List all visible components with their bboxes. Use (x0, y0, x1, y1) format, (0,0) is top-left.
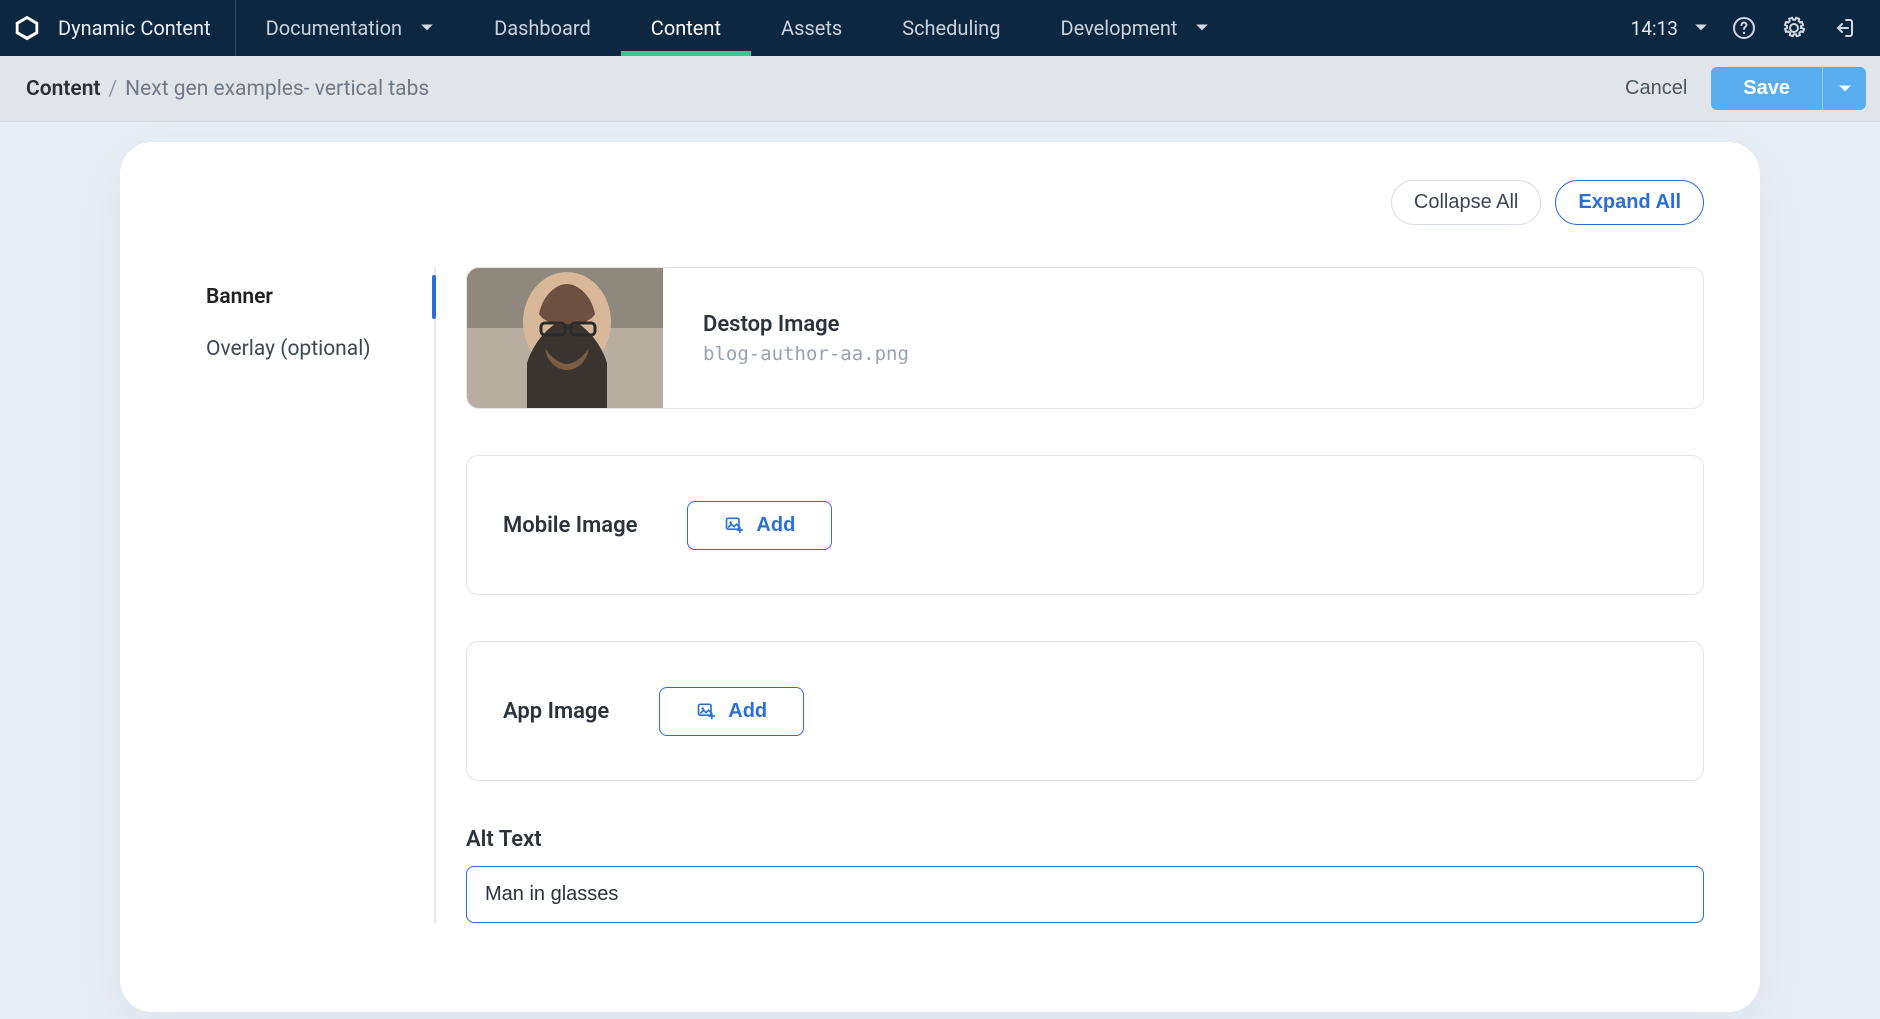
add-app-image-button[interactable]: Add (659, 687, 804, 736)
alt-text-field: Alt Text (466, 827, 1704, 923)
app-image-row: App Image Add (503, 687, 804, 736)
desktop-image-filename: blog-author-aa.png (703, 343, 909, 365)
sub-action-bar: Content / Next gen examples- vertical ta… (0, 56, 1880, 122)
tab-banner[interactable]: Banner (176, 271, 434, 323)
image-add-icon (696, 701, 716, 721)
desktop-image-label: Destop Image (703, 312, 909, 337)
nav-item-content[interactable]: Content (621, 0, 751, 56)
save-button[interactable]: Save (1711, 67, 1822, 110)
nav-label: Assets (781, 16, 842, 40)
desktop-image-body: Destop Image blog-author-aa.png (663, 312, 949, 365)
expand-collapse-controls: Collapse All Expand All (176, 180, 1704, 225)
form-column: Destop Image blog-author-aa.png Mobile I… (436, 267, 1704, 923)
collapse-all-button[interactable]: Collapse All (1391, 180, 1542, 225)
vertical-tabs: Banner Overlay (optional) (176, 267, 436, 923)
gear-icon[interactable] (1780, 14, 1808, 42)
nav-time-value: 14:13 (1631, 17, 1678, 40)
tab-overlay[interactable]: Overlay (optional) (176, 323, 434, 375)
nav-label: Development (1060, 16, 1177, 40)
mobile-image-card: Mobile Image Add (466, 455, 1704, 595)
nav-item-assets[interactable]: Assets (751, 0, 872, 56)
mobile-image-row: Mobile Image Add (503, 501, 832, 550)
alt-text-label: Alt Text (466, 827, 1704, 852)
nav-main: Documentation Dashboard Content Assets S… (236, 0, 1609, 56)
editor-grid: Banner Overlay (optional) (176, 267, 1704, 923)
breadcrumb: Content / Next gen examples- vertical ta… (26, 77, 429, 101)
brand-area: Dynamic Content (0, 0, 236, 56)
nav-item-documentation[interactable]: Documentation (236, 0, 465, 56)
save-dropdown-button[interactable] (1822, 67, 1866, 110)
nav-item-scheduling[interactable]: Scheduling (872, 0, 1030, 56)
image-add-icon (724, 515, 744, 535)
tab-label: Banner (206, 285, 273, 309)
expand-all-button[interactable]: Expand All (1555, 180, 1704, 225)
breadcrumb-root[interactable]: Content (26, 77, 100, 101)
tab-label: Overlay (optional) (206, 337, 371, 361)
breadcrumb-page: Next gen examples- vertical tabs (125, 77, 429, 101)
save-button-group: Save (1711, 67, 1866, 110)
nav-label: Dashboard (494, 16, 591, 40)
app-image-label: App Image (503, 699, 609, 724)
alt-text-input[interactable] (466, 866, 1704, 923)
app-image-card: App Image Add (466, 641, 1704, 781)
top-navigation: Dynamic Content Documentation Dashboard … (0, 0, 1880, 56)
breadcrumb-separator: / (108, 77, 117, 101)
mobile-image-label: Mobile Image (503, 513, 637, 538)
nav-right: 14:13 (1609, 0, 1880, 56)
cancel-button[interactable]: Cancel (1625, 77, 1687, 100)
brand-title: Dynamic Content (58, 16, 211, 40)
brand-logo-icon (12, 13, 42, 43)
nav-item-development[interactable]: Development (1030, 0, 1239, 56)
add-mobile-image-button[interactable]: Add (687, 501, 832, 550)
desktop-image-thumbnail (467, 268, 663, 408)
desktop-image-card[interactable]: Destop Image blog-author-aa.png (466, 267, 1704, 409)
nav-label: Scheduling (902, 16, 1000, 40)
help-icon[interactable] (1730, 14, 1758, 42)
nav-item-dashboard[interactable]: Dashboard (464, 0, 621, 56)
chevron-down-icon (1195, 21, 1209, 35)
chevron-down-icon (420, 21, 434, 35)
nav-time-selector[interactable]: 14:13 (1631, 17, 1708, 40)
subbar-actions: Cancel Save (1625, 67, 1866, 110)
editor-canvas: Collapse All Expand All Banner Overlay (… (120, 142, 1760, 1012)
nav-label: Documentation (266, 16, 403, 40)
logout-icon[interactable] (1830, 14, 1858, 42)
canvas-wrap: Collapse All Expand All Banner Overlay (… (0, 122, 1880, 1012)
chevron-down-icon (1694, 21, 1708, 35)
add-button-label: Add (728, 700, 767, 723)
nav-label: Content (651, 16, 721, 40)
add-button-label: Add (756, 514, 795, 537)
